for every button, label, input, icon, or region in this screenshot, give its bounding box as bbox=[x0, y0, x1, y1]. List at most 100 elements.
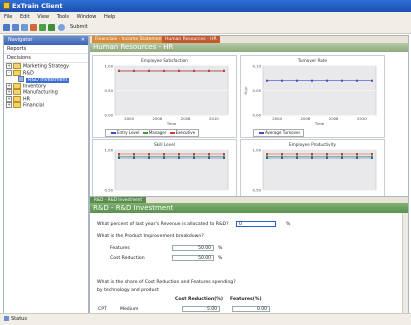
decisions-section[interactable]: Decisions bbox=[4, 54, 88, 63]
y-tick-label: 1.00 bbox=[253, 148, 262, 153]
chart-employee-productivity: Employee Productivity 0.50 1.00 bbox=[240, 139, 385, 199]
data-point bbox=[178, 155, 180, 158]
data-point bbox=[118, 69, 120, 72]
data-point bbox=[266, 155, 268, 158]
question-share-sub: by technology and product bbox=[97, 288, 159, 293]
decision-tree: + Marketing Strategy - R&D R&D Investment … bbox=[4, 63, 88, 109]
data-point bbox=[193, 155, 195, 158]
plot-area bbox=[114, 149, 229, 191]
data-point bbox=[208, 69, 210, 72]
row-product-label: Medium bbox=[120, 307, 139, 312]
data-point bbox=[163, 155, 165, 158]
submit-icon[interactable] bbox=[58, 24, 65, 31]
navigator-title: Navigator bbox=[8, 37, 33, 43]
features-input[interactable]: 50.00 bbox=[172, 245, 214, 251]
y-tick-label: 1.00 bbox=[105, 64, 114, 69]
row-tech-label: CPT bbox=[98, 307, 107, 312]
tab-human-resources[interactable]: Human Resources - HR bbox=[162, 36, 220, 43]
status-icon bbox=[4, 316, 9, 321]
y-tick-label: 0.50 bbox=[105, 88, 114, 93]
scrollbar[interactable] bbox=[402, 213, 408, 313]
menu-help[interactable]: Help bbox=[104, 14, 115, 20]
menu-tools[interactable]: Tools bbox=[57, 14, 69, 20]
data-point bbox=[178, 69, 180, 72]
y-tick-label: 1.00 bbox=[105, 148, 114, 153]
data-point bbox=[208, 155, 210, 158]
menu-bar: File Edit View Tools Window Help bbox=[0, 12, 411, 22]
data-point bbox=[223, 69, 225, 72]
chart-icon[interactable] bbox=[39, 24, 46, 31]
data-point bbox=[341, 79, 343, 82]
unit-label: % bbox=[286, 222, 291, 227]
data-point bbox=[281, 79, 283, 82]
tab-income-statement[interactable]: Financials - Income Statement bbox=[92, 36, 167, 43]
expand-icon[interactable]: + bbox=[6, 95, 12, 102]
data-point bbox=[296, 155, 298, 158]
expand-icon[interactable]: + bbox=[6, 63, 12, 69]
data-point bbox=[371, 155, 373, 158]
page-icon bbox=[18, 76, 24, 82]
data-point bbox=[311, 155, 313, 158]
close-icon[interactable]: ✕ bbox=[81, 36, 85, 45]
chart-employee-satisfaction: Employee Satisfaction 0.00 0.50 1.00 2004 20… bbox=[92, 55, 237, 138]
unit-label: % bbox=[218, 246, 223, 251]
navigator-header: Navigator ✕ bbox=[4, 36, 88, 45]
question-share: What is the share of Cost Reduction and … bbox=[97, 280, 236, 285]
menu-window[interactable]: Window bbox=[77, 14, 97, 20]
cost-reduction-input[interactable]: 50.00 bbox=[172, 255, 214, 261]
x-tick-label: 2006 bbox=[301, 116, 311, 121]
data-point bbox=[341, 153, 343, 155]
window-title: ExTrain Client bbox=[12, 2, 63, 10]
y-tick-label: 0.10 bbox=[253, 64, 262, 69]
data-point bbox=[223, 155, 225, 158]
plot-area bbox=[262, 149, 377, 191]
expand-icon[interactable]: + bbox=[6, 89, 12, 95]
data-point bbox=[341, 155, 343, 158]
menu-view[interactable]: View bbox=[37, 14, 49, 20]
check-icon[interactable] bbox=[48, 24, 55, 31]
data-point bbox=[371, 153, 373, 155]
data-point bbox=[296, 79, 298, 82]
data-point bbox=[281, 155, 283, 158]
expand-icon[interactable]: + bbox=[6, 82, 12, 89]
rd-percent-input[interactable]: 0 bbox=[236, 221, 276, 227]
cost-reduction-cell[interactable]: 5.00 bbox=[182, 306, 220, 312]
data-point bbox=[133, 155, 135, 158]
chart-skill-level: Skill Level 0.50 1.00 bbox=[92, 139, 237, 199]
section-title: Human Resources - HR bbox=[90, 43, 408, 52]
report-tabs: Financials - Income Statement Human Reso… bbox=[90, 36, 408, 43]
folder-icon bbox=[13, 102, 21, 108]
data-point bbox=[178, 153, 180, 155]
refresh-icon[interactable] bbox=[30, 24, 37, 31]
open-icon[interactable] bbox=[12, 24, 19, 31]
data-point bbox=[356, 155, 358, 158]
expand-icon[interactable]: + bbox=[6, 102, 12, 108]
data-point bbox=[356, 79, 358, 82]
column-features: Features(%) bbox=[230, 297, 262, 302]
data-point bbox=[148, 155, 150, 158]
reports-section[interactable]: Reports bbox=[4, 45, 88, 54]
collapse-icon[interactable]: - bbox=[6, 69, 12, 76]
features-cell[interactable]: 0.00 bbox=[232, 306, 270, 312]
x-tick-label: 2010 bbox=[357, 116, 367, 121]
menu-file[interactable]: File bbox=[4, 14, 12, 20]
data-point bbox=[148, 153, 150, 155]
data-point bbox=[266, 79, 268, 82]
x-axis-label: Time bbox=[166, 121, 177, 126]
print-icon[interactable] bbox=[21, 24, 28, 31]
submit-button[interactable]: Submit bbox=[70, 22, 88, 33]
chart-legend: Entry Level Manager Executive bbox=[105, 129, 200, 137]
status-label: Status bbox=[11, 316, 27, 322]
y-axis-label: %/yr bbox=[243, 86, 248, 95]
folder-icon bbox=[13, 95, 21, 102]
tree-item-financial[interactable]: + Financial bbox=[6, 102, 88, 109]
folder-icon bbox=[13, 89, 21, 95]
folder-icon bbox=[13, 69, 21, 76]
x-axis-label: Time bbox=[314, 121, 325, 126]
x-tick-label: 2004 bbox=[124, 116, 134, 121]
save-icon[interactable] bbox=[3, 24, 10, 31]
x-tick-label: 2006 bbox=[153, 116, 163, 121]
data-point bbox=[326, 155, 328, 158]
menu-edit[interactable]: Edit bbox=[20, 14, 30, 20]
y-tick-label: 0.50 bbox=[253, 188, 262, 193]
